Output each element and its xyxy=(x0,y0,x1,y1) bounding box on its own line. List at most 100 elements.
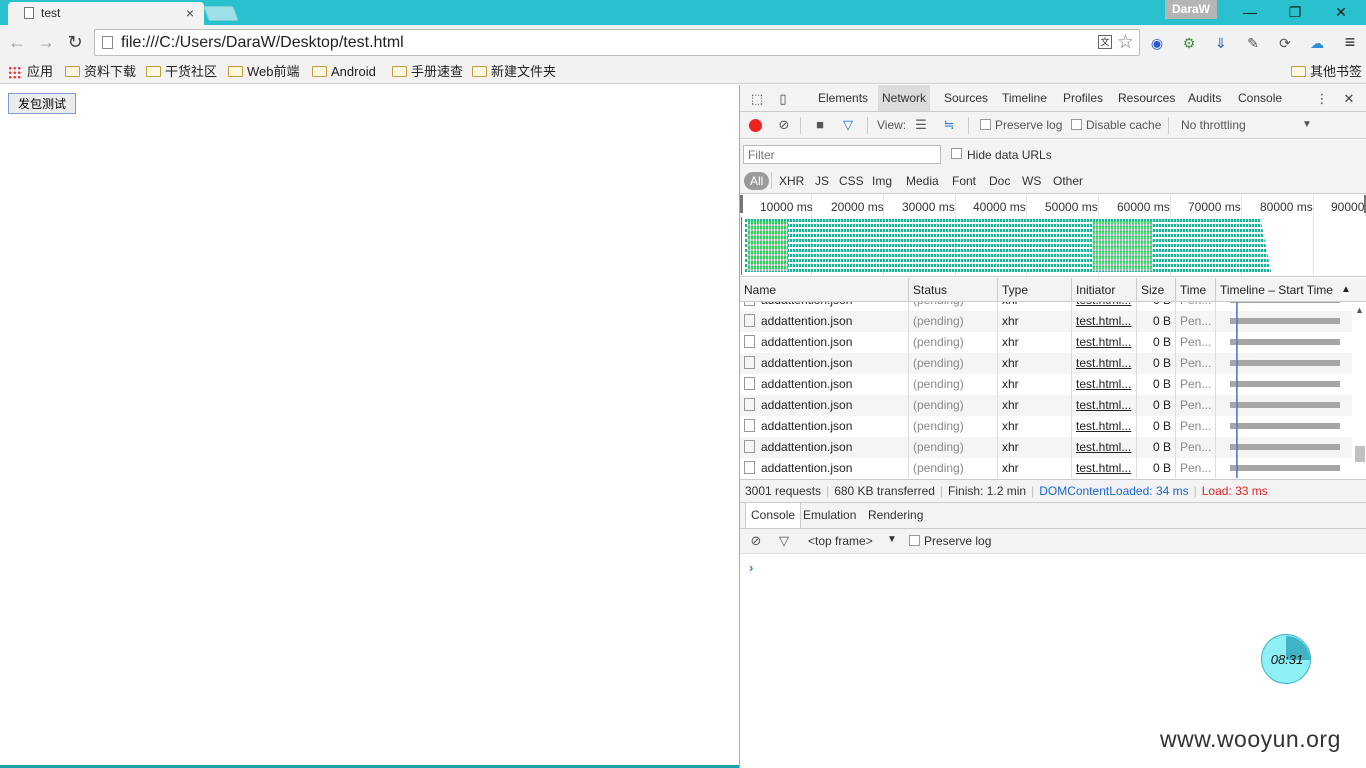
column-header-timeline[interactable]: Timeline – Start Time xyxy=(1216,278,1346,302)
inspect-element-icon[interactable]: ⬚ xyxy=(749,91,765,107)
column-header-size[interactable]: Size xyxy=(1137,278,1176,302)
table-row[interactable]: addattention.json (pending) xhr test.html..… xyxy=(740,302,1352,311)
send-packet-test-button[interactable]: 发包测试 xyxy=(8,93,76,114)
table-row[interactable]: addattention.json (pending) xhr test.html..… xyxy=(740,437,1352,458)
bookmark-star-icon[interactable]: ☆ xyxy=(1117,31,1134,54)
cell-initiator[interactable]: test.html... xyxy=(1072,437,1137,458)
column-header-status[interactable]: Status xyxy=(909,278,998,302)
clear-console-icon[interactable]: ⊘ xyxy=(748,533,764,549)
minimize-button[interactable]: — xyxy=(1235,2,1265,22)
type-filter-js[interactable]: JS xyxy=(812,172,832,190)
address-bar[interactable]: file:///C:/Users/DaraW/Desktop/test.html… xyxy=(94,29,1140,56)
capture-screenshots-icon[interactable]: ■ xyxy=(812,117,828,133)
table-row[interactable]: addattention.json (pending) xhr test.html..… xyxy=(740,395,1352,416)
devtools-close-icon[interactable]: ✕ xyxy=(1341,91,1357,107)
overview-left-handle[interactable] xyxy=(740,195,743,213)
cell-initiator[interactable]: test.html... xyxy=(1072,395,1137,416)
tab-close-icon[interactable]: × xyxy=(186,5,194,21)
restore-button[interactable]: ❐ xyxy=(1280,2,1310,22)
bookmark-folder[interactable]: 资料下载 xyxy=(65,63,136,81)
floating-clock-widget[interactable]: 08:31 xyxy=(1261,634,1311,684)
preserve-log-checkbox[interactable] xyxy=(980,119,991,130)
cell-initiator[interactable]: test.html... xyxy=(1072,353,1137,374)
console-prompt[interactable]: › xyxy=(749,560,753,575)
throttling-select[interactable]: No throttling xyxy=(1181,118,1246,132)
bookmark-folder[interactable]: Android xyxy=(312,63,376,81)
extension-cloud-icon[interactable]: ☁ xyxy=(1307,33,1327,53)
bookmark-folder[interactable]: 干货社区 xyxy=(146,63,217,81)
url-text[interactable]: file:///C:/Users/DaraW/Desktop/test.html xyxy=(121,34,404,52)
scroll-up-icon[interactable]: ▲ xyxy=(1355,305,1364,315)
column-header-type[interactable]: Type xyxy=(998,278,1072,302)
table-row[interactable]: addattention.json (pending) xhr test.html..… xyxy=(740,458,1352,478)
filter-input[interactable] xyxy=(743,145,941,164)
tab-console[interactable]: Console xyxy=(1234,85,1286,111)
disable-cache-checkbox[interactable] xyxy=(1071,119,1082,130)
chevron-down-icon[interactable]: ▼ xyxy=(887,534,897,545)
new-tab-button[interactable] xyxy=(203,6,239,21)
tab-profiles[interactable]: Profiles xyxy=(1059,85,1107,111)
reload-button[interactable]: ↻ xyxy=(65,32,85,52)
extension-sync-icon[interactable]: ⟳ xyxy=(1275,33,1295,53)
type-filter-img[interactable]: Img xyxy=(869,172,895,190)
forward-button[interactable]: → xyxy=(36,32,56,52)
column-header-time[interactable]: Time xyxy=(1176,278,1216,302)
apps-shortcut[interactable]: 应用 xyxy=(8,63,53,81)
table-row[interactable]: addattention.json (pending) xhr test.html..… xyxy=(740,332,1352,353)
more-options-icon[interactable]: ⋮ xyxy=(1314,91,1330,107)
tab-timeline[interactable]: Timeline xyxy=(998,85,1051,111)
bookmark-folder[interactable]: 新建文件夹 xyxy=(472,63,556,81)
tab-resources[interactable]: Resources xyxy=(1114,85,1179,111)
table-row[interactable]: addattention.json (pending) xhr test.html..… xyxy=(740,416,1352,437)
device-mode-icon[interactable]: ▯ xyxy=(775,91,791,107)
frame-selector[interactable]: <top frame> xyxy=(808,534,873,548)
cell-initiator[interactable]: test.html... xyxy=(1072,332,1137,353)
column-header-initiator[interactable]: Initiator xyxy=(1072,278,1137,302)
bookmark-folder[interactable]: Web前端 xyxy=(228,63,300,81)
console-filter-icon[interactable]: ▽ xyxy=(776,533,792,549)
drawer-tab-rendering[interactable]: Rendering xyxy=(863,503,928,528)
translate-icon[interactable]: 文 xyxy=(1098,35,1112,49)
clear-icon[interactable]: ⊘ xyxy=(776,117,792,133)
extension-js-icon[interactable]: ⚙ xyxy=(1179,33,1199,53)
type-filter-doc[interactable]: Doc xyxy=(986,172,1013,190)
type-filter-xhr[interactable]: XHR xyxy=(776,172,807,190)
record-icon[interactable] xyxy=(749,119,762,132)
tab-audits[interactable]: Audits xyxy=(1184,85,1225,111)
type-filter-all[interactable]: All xyxy=(744,172,770,190)
drawer-tab-emulation[interactable]: Emulation xyxy=(798,503,861,528)
cell-initiator[interactable]: test.html... xyxy=(1072,311,1137,332)
scrollbar-thumb[interactable] xyxy=(1355,446,1365,462)
bookmark-folder[interactable]: 手册速查 xyxy=(392,63,463,81)
type-filter-other[interactable]: Other xyxy=(1050,172,1086,190)
overview-icon[interactable]: ≒ xyxy=(941,117,957,133)
type-filter-font[interactable]: Font xyxy=(949,172,979,190)
other-bookmarks[interactable]: 其他书签 xyxy=(1291,63,1362,81)
type-filter-css[interactable]: CSS xyxy=(836,172,867,190)
column-header-name[interactable]: Name xyxy=(740,278,909,302)
cell-initiator[interactable]: test.html... xyxy=(1072,374,1137,395)
browser-tab[interactable]: test × xyxy=(8,2,204,25)
console-preserve-log-checkbox[interactable] xyxy=(909,535,920,546)
window-close-button[interactable]: ✕ xyxy=(1326,2,1356,22)
sort-ascending-icon[interactable]: ▲ xyxy=(1337,278,1351,302)
back-button[interactable]: ← xyxy=(7,32,27,52)
large-rows-icon[interactable]: ☰ xyxy=(913,117,929,133)
extension-globe-icon[interactable]: ◉ xyxy=(1147,33,1167,53)
filter-icon[interactable]: ▽ xyxy=(840,117,856,133)
requests-scrollbar[interactable]: ▲ xyxy=(1354,302,1365,478)
extension-evernote-icon[interactable]: ✎ xyxy=(1243,33,1263,53)
tab-sources[interactable]: Sources xyxy=(940,85,992,111)
cell-initiator[interactable]: test.html... xyxy=(1072,302,1137,311)
profile-badge[interactable]: DaraW xyxy=(1165,0,1217,19)
network-overview[interactable]: 10000 ms 20000 ms 30000 ms 40000 ms 5000… xyxy=(740,195,1366,277)
chevron-down-icon[interactable]: ▼ xyxy=(1302,119,1312,130)
extension-download-icon[interactable]: ⇓ xyxy=(1211,33,1231,53)
drawer-tab-console[interactable]: Console xyxy=(745,503,802,528)
cell-initiator[interactable]: test.html... xyxy=(1072,416,1137,437)
cell-initiator[interactable]: test.html... xyxy=(1072,458,1137,478)
tab-elements[interactable]: Elements xyxy=(814,85,872,111)
browser-menu-icon[interactable]: ≡ xyxy=(1340,32,1360,52)
table-row[interactable]: addattention.json (pending) xhr test.html..… xyxy=(740,374,1352,395)
tab-network[interactable]: Network xyxy=(878,85,931,111)
